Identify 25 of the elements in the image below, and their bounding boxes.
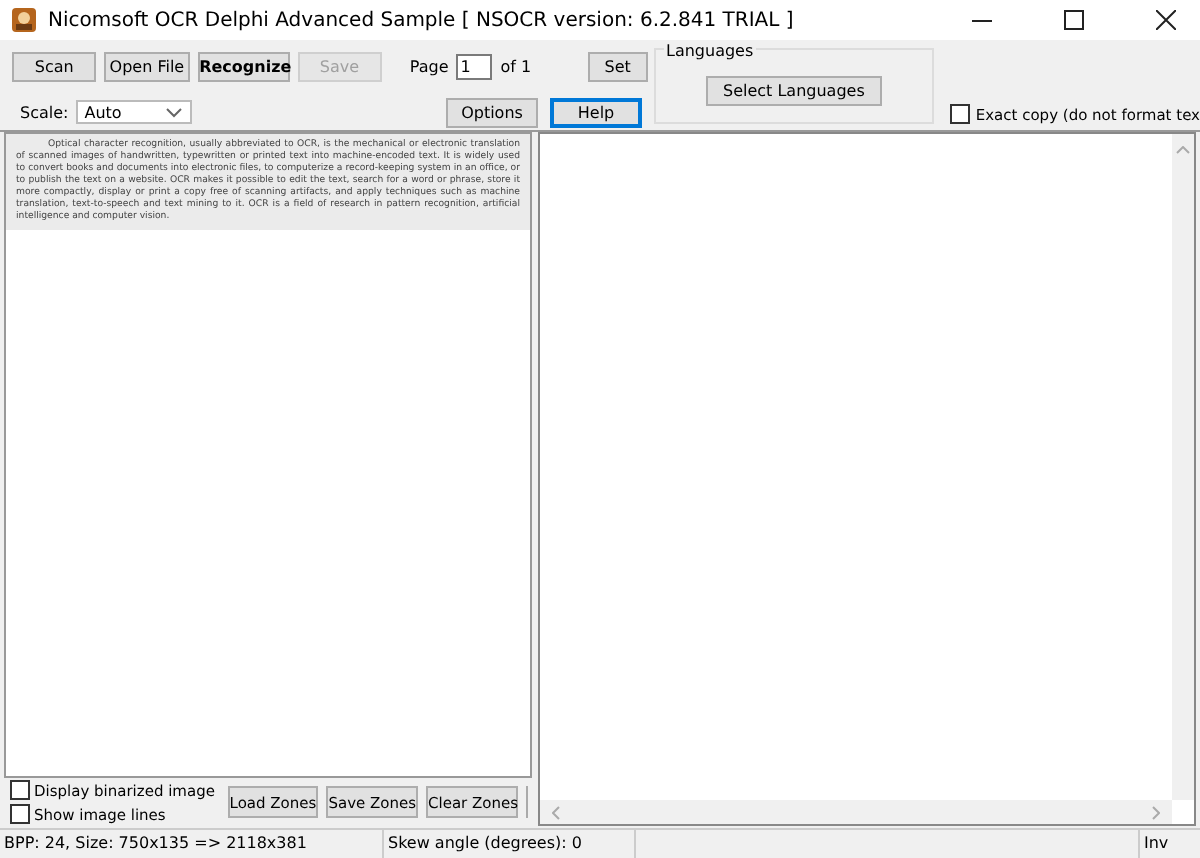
page-field[interactable]: 1 [456,54,493,80]
checkbox[interactable] [949,104,970,124]
toolbar-button[interactable]: Recognize [197,52,290,82]
page-count: of 1 [500,58,532,76]
app-icon [10,6,38,34]
chevron-down-icon [166,107,183,117]
maximize-icon[interactable] [1064,10,1084,30]
checkbox[interactable] [10,804,30,824]
scale-label: Scale: [20,103,69,121]
checkbox[interactable] [10,780,30,800]
window-title: Nicomsoft OCR Delphi Advanced Sample [ NSOCR version: 6.2.841 TRIAL ] [48,9,794,31]
page-label: Page [409,58,449,76]
toolbar-button[interactable]: Scan [12,52,97,82]
toolbar-button[interactable]: Help [550,97,642,127]
status-text: BPP: 24, Size: 750x135 => 2118x381 [0,830,384,858]
status-text: Skew angle (degrees): 0 [384,830,636,858]
set-button[interactable]: Set [587,52,648,82]
close-icon[interactable] [1156,10,1176,30]
select-languages-button[interactable]: Select Languages [705,75,882,105]
toolbar-button[interactable]: Options [446,97,538,127]
scale-dropdown[interactable]: Auto [76,100,193,124]
vertical-scrollbar[interactable] [1172,134,1194,800]
group-title: Languages [664,42,756,60]
status-text: Inv [1142,832,1169,856]
toolbar-button[interactable]: Open File [104,52,190,82]
